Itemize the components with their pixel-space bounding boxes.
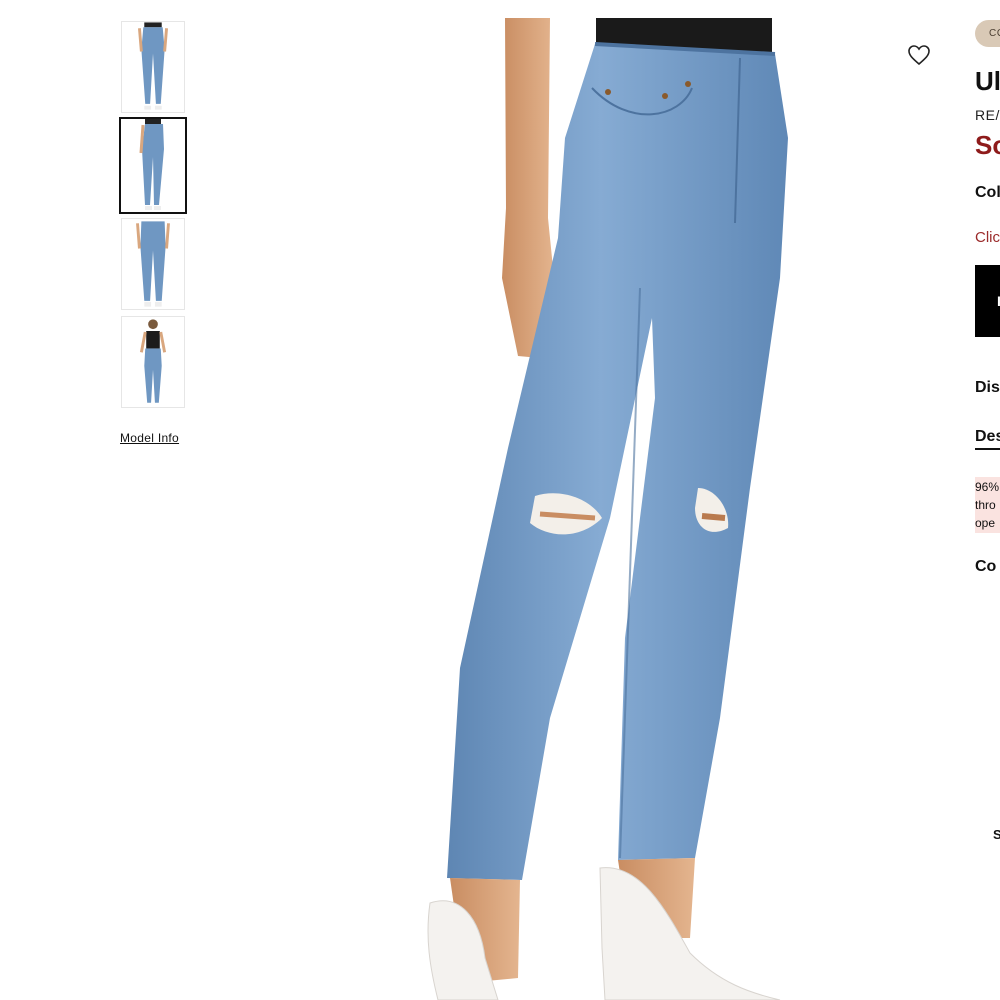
product-title: Ul (975, 66, 1000, 96)
product-price: So (975, 130, 1000, 160)
description-tab[interactable]: Des (975, 428, 1000, 450)
description-text-box: 96% thro ope (975, 477, 1000, 533)
thumbnail-front-view[interactable] (121, 21, 185, 113)
model-full-image (139, 319, 167, 403)
jeans-side-image (139, 119, 164, 210)
thumbnail-side-view[interactable] (119, 117, 187, 214)
description-line: 96% (975, 480, 1000, 494)
brand-link[interactable]: RE/ (975, 107, 1000, 123)
jeans-back-image (136, 221, 170, 307)
model-info-link[interactable]: Model Info (120, 431, 179, 445)
add-to-bag-button[interactable]: I (975, 265, 1000, 337)
thumbnail-back-view[interactable] (121, 218, 185, 310)
description-line: ope (975, 516, 996, 530)
heart-icon[interactable] (907, 44, 931, 66)
discount-section-label[interactable]: Dis (975, 379, 1000, 397)
description-line: thro (975, 498, 996, 512)
cropped-text: S (993, 827, 1000, 842)
composition-section-label[interactable]: Co (975, 558, 996, 576)
product-badge: CO (975, 20, 1000, 47)
main-product-image (390, 18, 910, 1000)
size-guide-link[interactable]: Clic (975, 229, 1000, 246)
color-label: Col (975, 184, 1000, 201)
jeans-front-image (137, 22, 169, 110)
thumbnail-model-view[interactable] (121, 316, 185, 408)
